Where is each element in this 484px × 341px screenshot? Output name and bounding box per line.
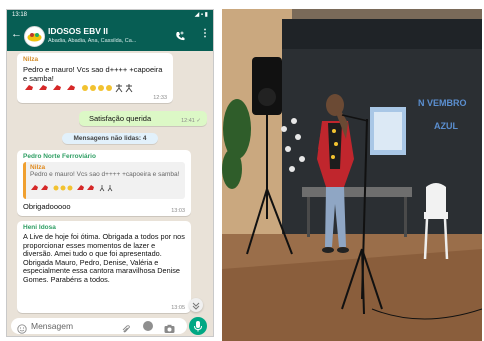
unread-messages-divider: Mensagens não lidas: 4	[62, 133, 158, 144]
wall-sign-text: AZUL	[434, 121, 458, 131]
payment-icon[interactable]	[143, 321, 153, 331]
message-text: A Live de hoje foi ótima. Obrigada a tod…	[23, 232, 185, 284]
chevron-down-icon	[192, 302, 200, 310]
group-logo-icon	[25, 27, 44, 46]
status-bar: 13:18 ◢ ▪ ▮	[7, 10, 213, 21]
message-text: Obrigadooooo	[23, 202, 71, 211]
quoted-message[interactable]: Nilza Pedro e mauro! Vcs sao d++++ +capo…	[23, 162, 185, 199]
scroll-down-button[interactable]	[189, 298, 203, 312]
message-text: Pedro e mauro! Vcs sao d++++ +capoeira e…	[23, 65, 163, 83]
paperclip-icon[interactable]	[121, 321, 131, 336]
samba-emoji-icons	[31, 185, 113, 192]
status-time: 13:18	[12, 12, 28, 18]
message-bubble[interactable]: Pedro Norte Ferroviário Nilza Pedro e ma…	[17, 150, 191, 216]
emoji-row	[23, 83, 167, 96]
arrow-left-icon[interactable]: ←	[11, 28, 22, 40]
message-composer	[11, 318, 187, 334]
microphone-icon	[194, 321, 202, 332]
group-title[interactable]: IDOSOS EBV II	[48, 26, 108, 36]
samba-emoji-icons	[25, 84, 133, 93]
message-sender: Nilza	[23, 56, 39, 63]
group-members[interactable]: Abadia, Abadia, Ana, Cassilda, Ca...	[48, 38, 168, 44]
phone-plus-icon[interactable]	[175, 28, 185, 46]
whatsapp-screenshot: 13:18 ◢ ▪ ▮ ← IDOSOS EBV II Abadia, Abad…	[6, 9, 214, 337]
group-avatar[interactable]	[24, 26, 45, 47]
message-bubble[interactable]: Heni Idosa A Live de hoje foi ótima. Obr…	[17, 221, 191, 313]
message-time: 13:05	[171, 305, 185, 311]
message-bubble[interactable]: Nilza Pedro e mauro! Vcs sao d++++ +capo…	[17, 53, 173, 103]
message-sender: Heni Idosa	[23, 224, 56, 231]
message-bubble-outgoing[interactable]: Satisfação querida 12:41 ✓	[79, 111, 207, 126]
message-time: 12:41 ✓	[181, 118, 201, 124]
status-icons: ◢ ▪ ▮	[194, 12, 208, 18]
wall-sign-text: N VEMBRO	[418, 98, 467, 108]
message-sender: Pedro Norte Ferroviário	[23, 153, 96, 160]
chat-header: ← IDOSOS EBV II Abadia, Abadia, Ana, Cas…	[7, 21, 213, 51]
more-vertical-icon[interactable]: ⋮	[200, 28, 210, 39]
emoji-icon[interactable]	[17, 321, 27, 336]
performer-photo: N VEMBRO AZUL	[222, 9, 482, 341]
message-input[interactable]	[31, 319, 111, 333]
quoted-sender: Nilza	[30, 164, 46, 171]
quoted-text: Pedro e mauro! Vcs sao d++++ +capoeira e…	[30, 171, 180, 178]
message-time: 12:33	[153, 95, 167, 101]
camera-icon[interactable]	[164, 321, 175, 336]
message-time: 13:03	[171, 208, 185, 214]
stage-photo-illustration: N VEMBRO AZUL	[222, 9, 482, 341]
microphone-button[interactable]	[189, 317, 207, 335]
